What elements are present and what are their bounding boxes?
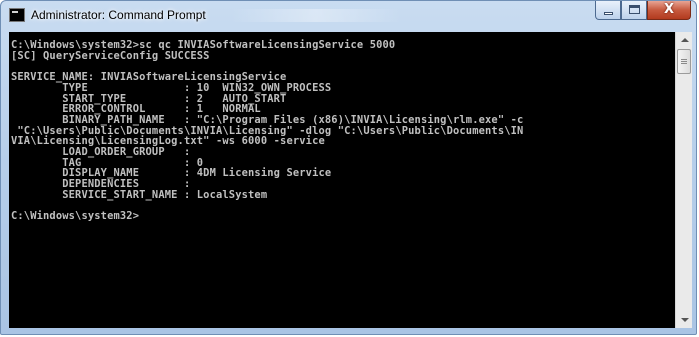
console-output[interactable]: C:\Windows\system32>sc qc INVIASoftwareL… bbox=[9, 32, 675, 328]
console-text: C:\Windows\system32>sc qc INVIASoftwareL… bbox=[9, 32, 675, 222]
console-line: C:\Windows\system32> bbox=[11, 210, 140, 223]
maximize-icon bbox=[629, 5, 640, 14]
console-line: SERVICE_START_NAME : LocalSystem bbox=[11, 188, 268, 201]
arrow-up-icon bbox=[681, 38, 689, 42]
window-controls: X bbox=[595, 1, 691, 21]
scroll-down-button[interactable] bbox=[676, 311, 692, 328]
command-prompt-window[interactable]: Administrator: Command Prompt X C:\Windo… bbox=[0, 0, 697, 335]
arrow-down-icon bbox=[681, 318, 689, 322]
close-button[interactable]: X bbox=[647, 1, 691, 20]
window-title: Administrator: Command Prompt bbox=[31, 8, 206, 22]
minimize-icon bbox=[604, 12, 613, 15]
title-bar-reflection bbox=[231, 9, 401, 22]
scroll-up-button[interactable] bbox=[676, 32, 692, 49]
title-bar[interactable]: Administrator: Command Prompt X bbox=[1, 1, 696, 31]
vertical-scrollbar[interactable] bbox=[675, 32, 692, 328]
grip-line bbox=[681, 59, 687, 60]
scrollbar-thumb[interactable] bbox=[677, 49, 691, 74]
console-line: [SC] QueryServiceConfig SUCCESS bbox=[11, 49, 210, 62]
grip-line bbox=[681, 63, 687, 64]
console-icon[interactable] bbox=[9, 8, 25, 22]
close-icon: X bbox=[663, 2, 675, 17]
maximize-button[interactable] bbox=[621, 1, 647, 20]
grip-line bbox=[681, 61, 687, 62]
minimize-button[interactable] bbox=[595, 1, 621, 20]
